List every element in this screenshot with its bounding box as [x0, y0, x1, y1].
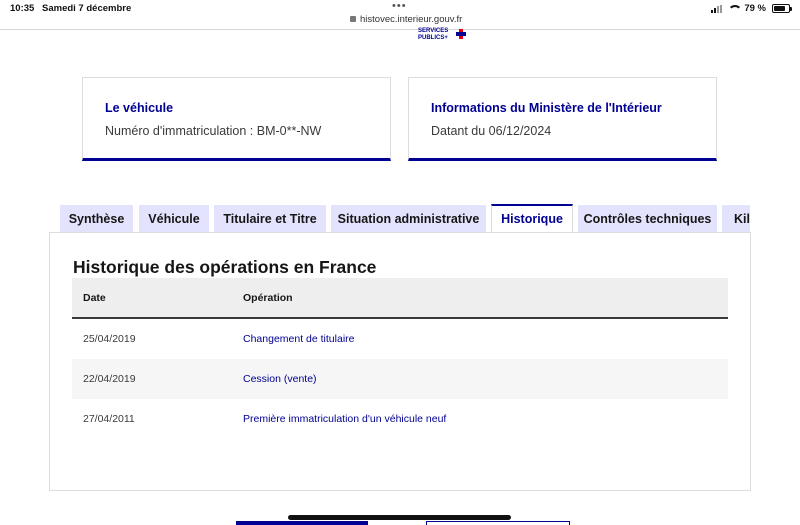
battery-icon	[772, 4, 792, 13]
row-operation-link[interactable]: Première immatriculation d'un véhicule n…	[243, 413, 446, 425]
column-operation: Opération	[243, 292, 293, 304]
history-panel: Historique des opérations en France Date…	[49, 232, 751, 491]
table-row: 22/04/2019 Cession (vente)	[72, 359, 728, 399]
secondary-button-fragment[interactable]	[426, 521, 570, 525]
tab-synthese[interactable]: Synthèse	[60, 205, 133, 233]
tab-vehicule[interactable]: Véhicule	[139, 205, 209, 233]
ministry-card-title: Informations du Ministère de l'Intérieur	[431, 101, 662, 115]
tab-bar: Synthèse Véhicule Titulaire et Titre Sit…	[60, 204, 750, 233]
table-row: 25/04/2019 Changement de titulaire	[72, 319, 728, 359]
status-time: 10:35	[10, 3, 35, 14]
tab-controles-techniques[interactable]: Contrôles techniques	[578, 205, 717, 233]
history-table: Date Opération 25/04/2019 Changement de …	[72, 278, 728, 439]
column-date: Date	[83, 292, 106, 304]
row-date: 25/04/2019	[83, 333, 136, 345]
home-indicator[interactable]	[288, 515, 511, 520]
registration-number: Numéro d'immatriculation : BM-0**-NW	[105, 124, 322, 138]
address-bar[interactable]: histovec.interieur.gouv.fr	[350, 14, 462, 25]
services-publics-logo: SERVICES PUBLICS+	[418, 28, 466, 42]
row-date: 27/04/2011	[83, 413, 135, 425]
url-text: histovec.interieur.gouv.fr	[360, 14, 463, 25]
cellular-signal-icon	[711, 4, 723, 13]
vehicle-card: Le véhicule Numéro d'immatriculation : B…	[82, 77, 391, 161]
vehicle-card-title: Le véhicule	[105, 101, 174, 115]
table-header: Date Opération	[72, 278, 728, 319]
row-date: 22/04/2019	[83, 373, 136, 385]
more-dots-icon[interactable]: •••	[392, 0, 407, 12]
status-bar: 10:35 Samedi 7 décembre ••• histovec.int…	[0, 0, 800, 30]
table-row: 27/04/2011 Première immatriculation d'un…	[72, 399, 728, 439]
tab-titulaire[interactable]: Titulaire et Titre	[214, 205, 326, 233]
row-operation-link[interactable]: Cession (vente)	[243, 373, 317, 385]
history-title: Historique des opérations en France	[73, 257, 377, 277]
plus-icon	[456, 29, 466, 39]
tab-situation-administrative[interactable]: Situation administrative	[331, 205, 486, 233]
tab-kilometrage[interactable]: Kilo	[722, 205, 750, 233]
tab-historique[interactable]: Historique	[491, 204, 573, 233]
primary-button-fragment[interactable]	[236, 521, 368, 525]
data-date: Datant du 06/12/2024	[431, 124, 552, 138]
battery-percent: 79 %	[744, 3, 766, 14]
status-date: Samedi 7 décembre	[42, 3, 132, 14]
lock-icon	[350, 16, 356, 22]
wifi-icon	[728, 4, 743, 13]
ministry-card: Informations du Ministère de l'Intérieur…	[408, 77, 717, 161]
row-operation-link[interactable]: Changement de titulaire	[243, 333, 355, 345]
